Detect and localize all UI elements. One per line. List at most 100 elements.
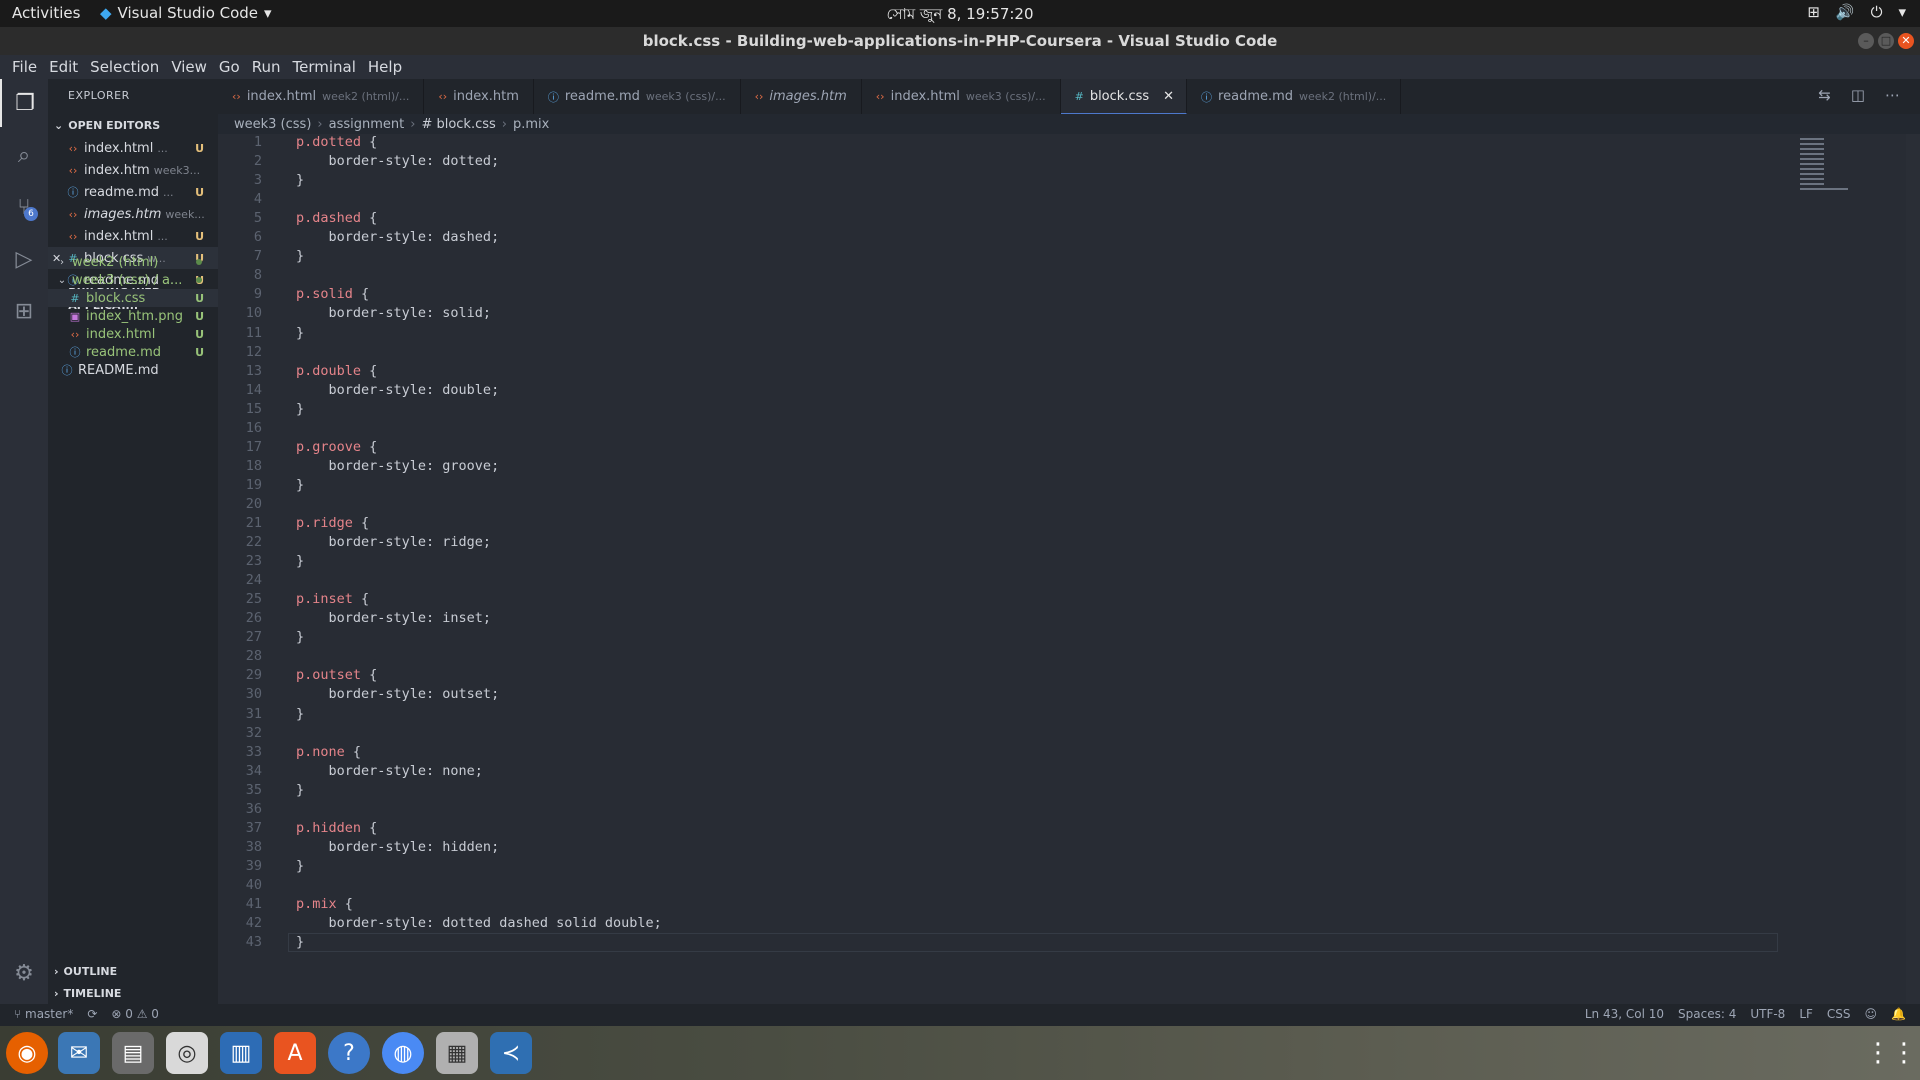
code-line[interactable]: border-style: double; (296, 382, 500, 398)
encoding[interactable]: UTF-8 (1750, 1007, 1785, 1021)
open-editor-item[interactable]: ⓘ readme.md... U (48, 181, 218, 203)
code-line[interactable]: p.outset { (296, 667, 377, 683)
code-line[interactable]: p.groove { (296, 439, 377, 455)
feedback-icon[interactable]: ☺ (1865, 1007, 1878, 1021)
code-line[interactable]: border-style: solid; (296, 305, 492, 321)
code-line[interactable]: } (296, 553, 304, 569)
code-line[interactable]: border-style: groove; (296, 458, 500, 474)
code-line[interactable]: p.dotted { (296, 134, 377, 150)
code-line[interactable]: border-style: hidden; (296, 839, 500, 855)
settings-gear-icon[interactable]: ⚙ (0, 949, 48, 997)
tab-index-html[interactable]: ‹› index.html week3 (css)/... (862, 79, 1061, 114)
code-line[interactable]: } (296, 706, 304, 722)
language-mode[interactable]: CSS (1827, 1007, 1851, 1021)
code-line[interactable]: } (296, 172, 304, 188)
code-line[interactable]: } (296, 782, 304, 798)
code-line[interactable]: border-style: inset; (296, 610, 492, 626)
code-line[interactable]: p.double { (296, 363, 377, 379)
indentation[interactable]: Spaces: 4 (1678, 1007, 1736, 1021)
tree-item[interactable]: ⌄ week3 (css) / a... (48, 271, 218, 289)
split-editor-icon[interactable]: ◫ (1851, 86, 1865, 104)
timeline-header[interactable]: › TIMELINE (48, 983, 218, 1003)
code-line[interactable]: border-style: outset; (296, 686, 500, 702)
search-icon[interactable]: ⌕ (0, 131, 48, 179)
menu-terminal[interactable]: Terminal (287, 58, 362, 76)
help-icon[interactable]: ? (328, 1032, 370, 1074)
sync-icon[interactable]: ⟳ (87, 1007, 97, 1021)
code-line[interactable]: border-style: dotted; (296, 153, 500, 169)
more-actions-icon[interactable]: ⋯ (1885, 86, 1900, 104)
breadcrumb-item[interactable]: # block.css (421, 117, 495, 132)
minimap[interactable] (1800, 135, 1920, 225)
tab-images-htm[interactable]: ‹› images.htm (741, 79, 862, 114)
notifications-icon[interactable]: 🔔 (1891, 1007, 1906, 1021)
rhythmbox-icon[interactable]: ◎ (166, 1032, 208, 1074)
show-applications-icon[interactable]: ⋮⋮ (1865, 1032, 1917, 1074)
code-line[interactable]: p.none { (296, 744, 361, 760)
code-editor[interactable]: 1 p.dotted {2 border-style: dotted; 3} 4 5 p.… (218, 134, 1920, 1004)
code-line[interactable]: } (296, 248, 304, 264)
open-editor-item[interactable]: ‹› index.html... U (48, 137, 218, 159)
code-line[interactable]: } (296, 858, 304, 874)
tab-index-html[interactable]: ‹› index.html week2 (html)/... (218, 79, 425, 114)
close-window-button[interactable]: ✕ (1898, 33, 1914, 49)
outline-header[interactable]: › OUTLINE (48, 961, 218, 981)
source-control-icon[interactable]: ⑂ 6 (0, 183, 48, 231)
menu-selection[interactable]: Selection (84, 58, 165, 76)
code-line[interactable]: p.mix { (296, 896, 353, 912)
app-menu[interactable]: ◆ Visual Studio Code ▾ (100, 4, 272, 22)
tree-item[interactable]: ⓘ readme.md U (48, 343, 218, 361)
tab-readme-md[interactable]: ⓘ readme.md week2 (html)/... (1187, 79, 1402, 114)
tree-item[interactable]: ⓘ README.md (48, 361, 218, 379)
tab-index-htm[interactable]: ‹› index.htm (424, 79, 534, 114)
code-line[interactable]: p.solid { (296, 286, 369, 302)
code-line[interactable]: } (296, 934, 304, 950)
cursor-position[interactable]: Ln 43, Col 10 (1585, 1007, 1664, 1021)
close-tab-icon[interactable]: ✕ (1163, 89, 1174, 104)
open-editors-header[interactable]: ⌄ OPEN EDITORS (48, 115, 218, 135)
code-line[interactable]: p.hidden { (296, 820, 377, 836)
open-editor-item[interactable]: ‹› index.htm week3... (48, 159, 218, 181)
code-line[interactable]: p.ridge { (296, 515, 369, 531)
explorer-icon[interactable]: ❐ (0, 79, 48, 127)
end-of-line[interactable]: LF (1799, 1007, 1813, 1021)
tree-item[interactable]: ‹› index.html U (48, 325, 218, 343)
editor-scrollbar[interactable] (1906, 134, 1920, 1004)
code-line[interactable]: border-style: none; (296, 763, 483, 779)
thunderbird-icon[interactable]: ✉ (58, 1032, 100, 1074)
open-editor-item[interactable]: ‹› index.html... U (48, 225, 218, 247)
tab-block-css[interactable]: # block.css ✕ (1060, 79, 1188, 114)
run-debug-icon[interactable]: ▷ (0, 235, 48, 283)
code-line[interactable]: } (296, 629, 304, 645)
maximize-button[interactable]: □ (1878, 33, 1894, 49)
menu-run[interactable]: Run (246, 58, 287, 76)
problems-indicator[interactable]: ⊗ 0 ⚠ 0 (111, 1007, 159, 1021)
code-line[interactable]: border-style: dashed; (296, 229, 500, 245)
files-icon[interactable]: ▤ (112, 1032, 154, 1074)
tree-item[interactable]: ▣ index_htm.png U (48, 307, 218, 325)
branch-indicator[interactable]: ⑂ master* (14, 1007, 73, 1021)
chromium-icon[interactable]: ◍ (382, 1032, 424, 1074)
menu-help[interactable]: Help (362, 58, 408, 76)
minimize-button[interactable]: – (1858, 33, 1874, 49)
menu-go[interactable]: Go (213, 58, 246, 76)
code-line[interactable]: } (296, 401, 304, 417)
code-line[interactable]: p.inset { (296, 591, 369, 607)
writer-icon[interactable]: ▥ (220, 1032, 262, 1074)
tab-readme-md[interactable]: ⓘ readme.md week3 (css)/... (534, 79, 741, 114)
breadcrumb-item[interactable]: week3 (css) (234, 117, 311, 132)
tree-item[interactable]: › week2 (html) (48, 253, 218, 271)
firefox-icon[interactable]: ◉ (6, 1032, 48, 1074)
vscode-dock-icon[interactable]: ≺ (490, 1032, 532, 1074)
screenshot-tool-icon[interactable]: ▦ (436, 1032, 478, 1074)
menu-view[interactable]: View (165, 58, 213, 76)
tree-item[interactable]: # block.css U (48, 289, 218, 307)
code-line[interactable]: } (296, 477, 304, 493)
code-line[interactable]: border-style: ridge; (296, 534, 492, 550)
code-line[interactable]: p.dashed { (296, 210, 377, 226)
system-tray[interactable]: ⊞ 🔊 ⏻ ▾ (1807, 3, 1906, 21)
software-center-icon[interactable]: A (274, 1032, 316, 1074)
breadcrumb-item[interactable]: p.mix (513, 117, 549, 132)
open-changes-icon[interactable]: ⇆ (1818, 86, 1831, 104)
menu-edit[interactable]: Edit (43, 58, 84, 76)
